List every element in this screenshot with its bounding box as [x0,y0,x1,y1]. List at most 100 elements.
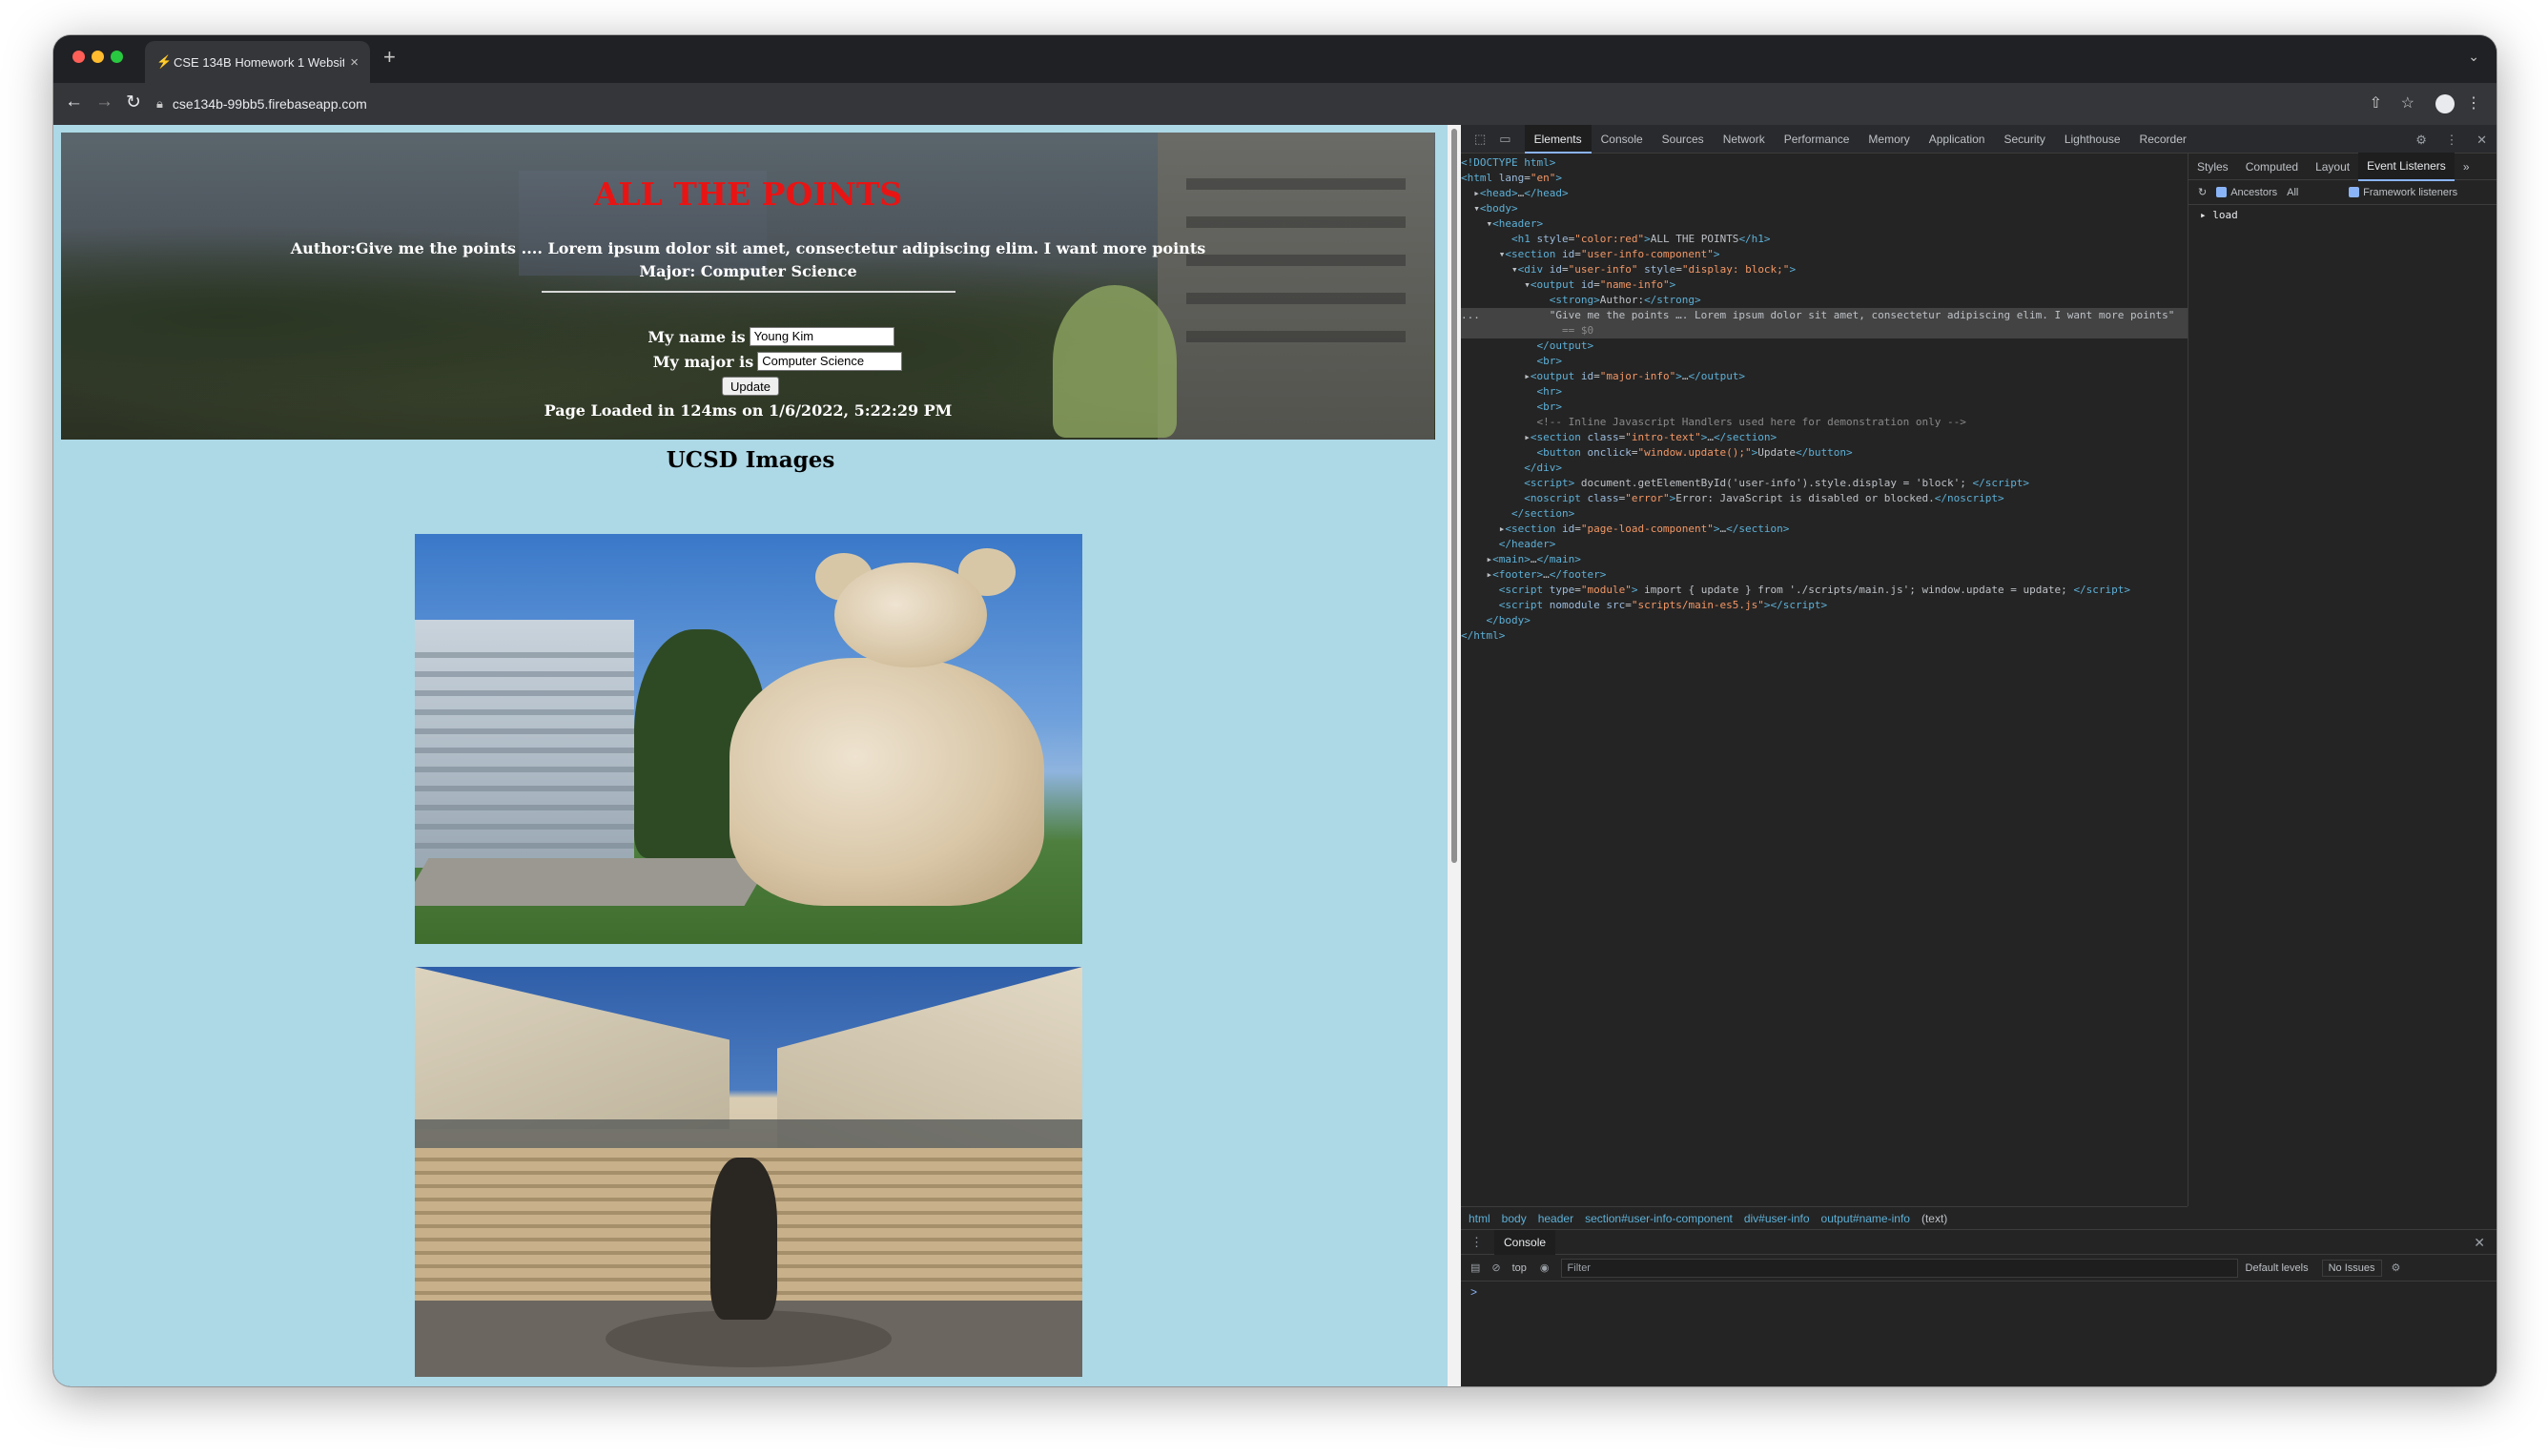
log-levels-select[interactable]: Default levels [2246,1262,2309,1274]
dom-node[interactable]: ▸<section class="intro-text">…</section> [1461,430,2188,445]
dom-node[interactable]: ▾<div id="user-info" style="display: blo… [1461,262,2188,277]
scrollbar-thumb[interactable] [1451,129,1457,863]
listener-item[interactable]: ▸ load [2188,205,2497,225]
update-button[interactable]: Update [722,377,779,396]
ancestors-checkbox[interactable] [2216,187,2228,197]
context-select[interactable]: top [1512,1262,1527,1274]
tab-search-icon[interactable]: ⌄ [2468,49,2479,65]
more-tabs-icon[interactable]: » [2455,154,2478,180]
page-heading: ALL THE POINTS [593,175,903,213]
dom-node[interactable]: <br> [1461,400,2188,415]
breadcrumb-item[interactable]: header [1538,1212,1573,1225]
dom-node[interactable]: ▾<output id="name-info"> [1461,277,2188,293]
dom-node[interactable]: ▸<footer>…</footer> [1461,567,2188,583]
tab-computed[interactable]: Computed [2237,154,2307,180]
tab-layout[interactable]: Layout [2307,154,2358,180]
bookmark-star-icon[interactable]: ☆ [2401,93,2414,113]
dom-node[interactable]: </header> [1461,537,2188,552]
dom-node[interactable]: <br> [1461,354,2188,369]
breadcrumb-item[interactable]: body [1502,1212,1527,1225]
dom-node[interactable]: <!DOCTYPE html> [1461,155,2188,171]
major-input[interactable]: Computer Science [757,352,903,371]
share-icon[interactable]: ⇧ [2370,93,2382,113]
dom-node[interactable]: <script nomodule src="scripts/main-es5.j… [1461,598,2188,613]
dom-node[interactable]: </div> [1461,461,2188,476]
sidebar-toggle-icon[interactable]: ▤ [1470,1261,1480,1274]
close-tab-icon[interactable]: × [350,54,359,71]
tab-event-listeners[interactable]: Event Listeners [2358,152,2455,181]
refresh-icon[interactable]: ↻ [2198,186,2207,198]
close-devtools-icon[interactable]: ✕ [2476,133,2487,147]
tab-memory[interactable]: Memory [1859,125,1919,154]
address-bar[interactable]: 🔒︎ cse134b-99bb5.firebaseapp.com [156,89,2378,119]
console-settings-icon[interactable]: ⚙ [2392,1261,2401,1274]
issues-button[interactable]: No Issues [2321,1259,2382,1277]
dom-node[interactable]: <script> document.getElementById('user-i… [1461,476,2188,491]
dom-node[interactable]: <!-- Inline Javascript Handlers used her… [1461,415,2188,430]
dom-node[interactable]: <html lang="en"> [1461,171,2188,186]
inspect-element-icon[interactable]: ⬚ [1474,132,1486,147]
dom-tree[interactable]: <!DOCTYPE html> <html lang="en"> ▸<head>… [1461,154,2188,1206]
dom-node[interactable]: ▸<output id="major-info">…</output> [1461,369,2188,384]
breadcrumb-item[interactable]: div#user-info [1744,1212,1810,1225]
dom-node[interactable]: ▸<section id="page-load-component">…</se… [1461,522,2188,537]
dom-node[interactable]: <strong>Author:</strong> [1461,293,2188,308]
framework-listeners-checkbox[interactable] [2349,187,2360,197]
tab-network[interactable]: Network [1714,125,1775,154]
breadcrumb-item[interactable]: section#user-info-component [1585,1212,1733,1225]
tab-recorder[interactable]: Recorder [2130,125,2196,154]
dom-node[interactable]: </section> [1461,506,2188,522]
breadcrumb-item[interactable]: html [1469,1212,1490,1225]
favicon-icon: ⚡ [156,54,173,69]
device-toolbar-icon[interactable]: ▭ [1499,132,1510,147]
dom-node[interactable]: </html> [1461,628,2188,644]
forward-button[interactable]: → [95,92,113,113]
breadcrumb-item[interactable]: (text) [1921,1212,1947,1225]
reload-button[interactable]: ↻ [126,92,141,113]
close-drawer-icon[interactable]: ✕ [2474,1235,2485,1251]
dom-node[interactable]: </output> [1461,338,2188,354]
drawer-menu-icon[interactable]: ⋮ [1470,1235,1483,1250]
tab-sources[interactable]: Sources [1653,125,1714,154]
dom-node-selected[interactable]: ... "Give me the points …. Lorem ipsum d… [1461,308,2188,323]
dom-node[interactable]: ▾<section id="user-info-component"> [1461,247,2188,262]
tab-console-drawer[interactable]: Console [1494,1229,1556,1255]
back-button[interactable]: ← [65,92,83,113]
dom-node[interactable]: ▸<main>…</main> [1461,552,2188,567]
profile-avatar[interactable] [2435,94,2455,113]
tab-performance[interactable]: Performance [1775,125,1860,154]
tab-application[interactable]: Application [1920,125,1995,154]
tab-elements[interactable]: Elements [1524,124,1592,154]
dom-node[interactable]: <hr> [1461,384,2188,400]
dom-node[interactable]: <h1 style="color:red">ALL THE POINTS</h1… [1461,232,2188,247]
dom-node-selected-ref[interactable]: == $0 [1461,323,2188,338]
console-filter-input[interactable]: Filter [1560,1258,2238,1278]
dom-node[interactable]: <button onclick="window.update();">Updat… [1461,445,2188,461]
name-input[interactable]: Young Kim [749,327,894,346]
console-prompt[interactable]: > [1461,1282,2497,1302]
ancestors-select[interactable]: All [2287,187,2339,198]
eye-icon[interactable]: ◉ [1540,1261,1550,1274]
page-scrollbar[interactable] [1448,125,1461,1386]
minimize-window-button[interactable] [92,51,104,63]
dom-node[interactable]: <noscript class="error">Error: JavaScrip… [1461,491,2188,506]
tab-security[interactable]: Security [1994,125,2054,154]
close-window-button[interactable] [72,51,85,63]
maximize-window-button[interactable] [111,51,123,63]
dom-node[interactable]: ▸<head>…</head> [1461,186,2188,201]
more-options-icon[interactable]: ⋮ [2445,133,2457,147]
breadcrumb: html body header section#user-info-compo… [1461,1206,2188,1229]
tab-console[interactable]: Console [1592,125,1653,154]
tab-styles[interactable]: Styles [2188,154,2237,180]
tab-lighthouse[interactable]: Lighthouse [2055,125,2130,154]
browser-tab[interactable]: ⚡ CSE 134B Homework 1 Websit × [145,41,370,83]
new-tab-button[interactable]: + [383,45,396,70]
settings-gear-icon[interactable]: ⚙ [2415,133,2427,147]
dom-node[interactable]: ▾<header> [1461,216,2188,232]
clear-console-icon[interactable]: ⊘ [1491,1261,1500,1274]
dom-node[interactable]: ▾<body> [1461,201,2188,216]
dom-node[interactable]: </body> [1461,613,2188,628]
dom-node[interactable]: <script type="module"> import { update }… [1461,583,2188,598]
browser-menu-icon[interactable]: ⋮ [2466,93,2481,113]
breadcrumb-item[interactable]: output#name-info [1821,1212,1910,1225]
